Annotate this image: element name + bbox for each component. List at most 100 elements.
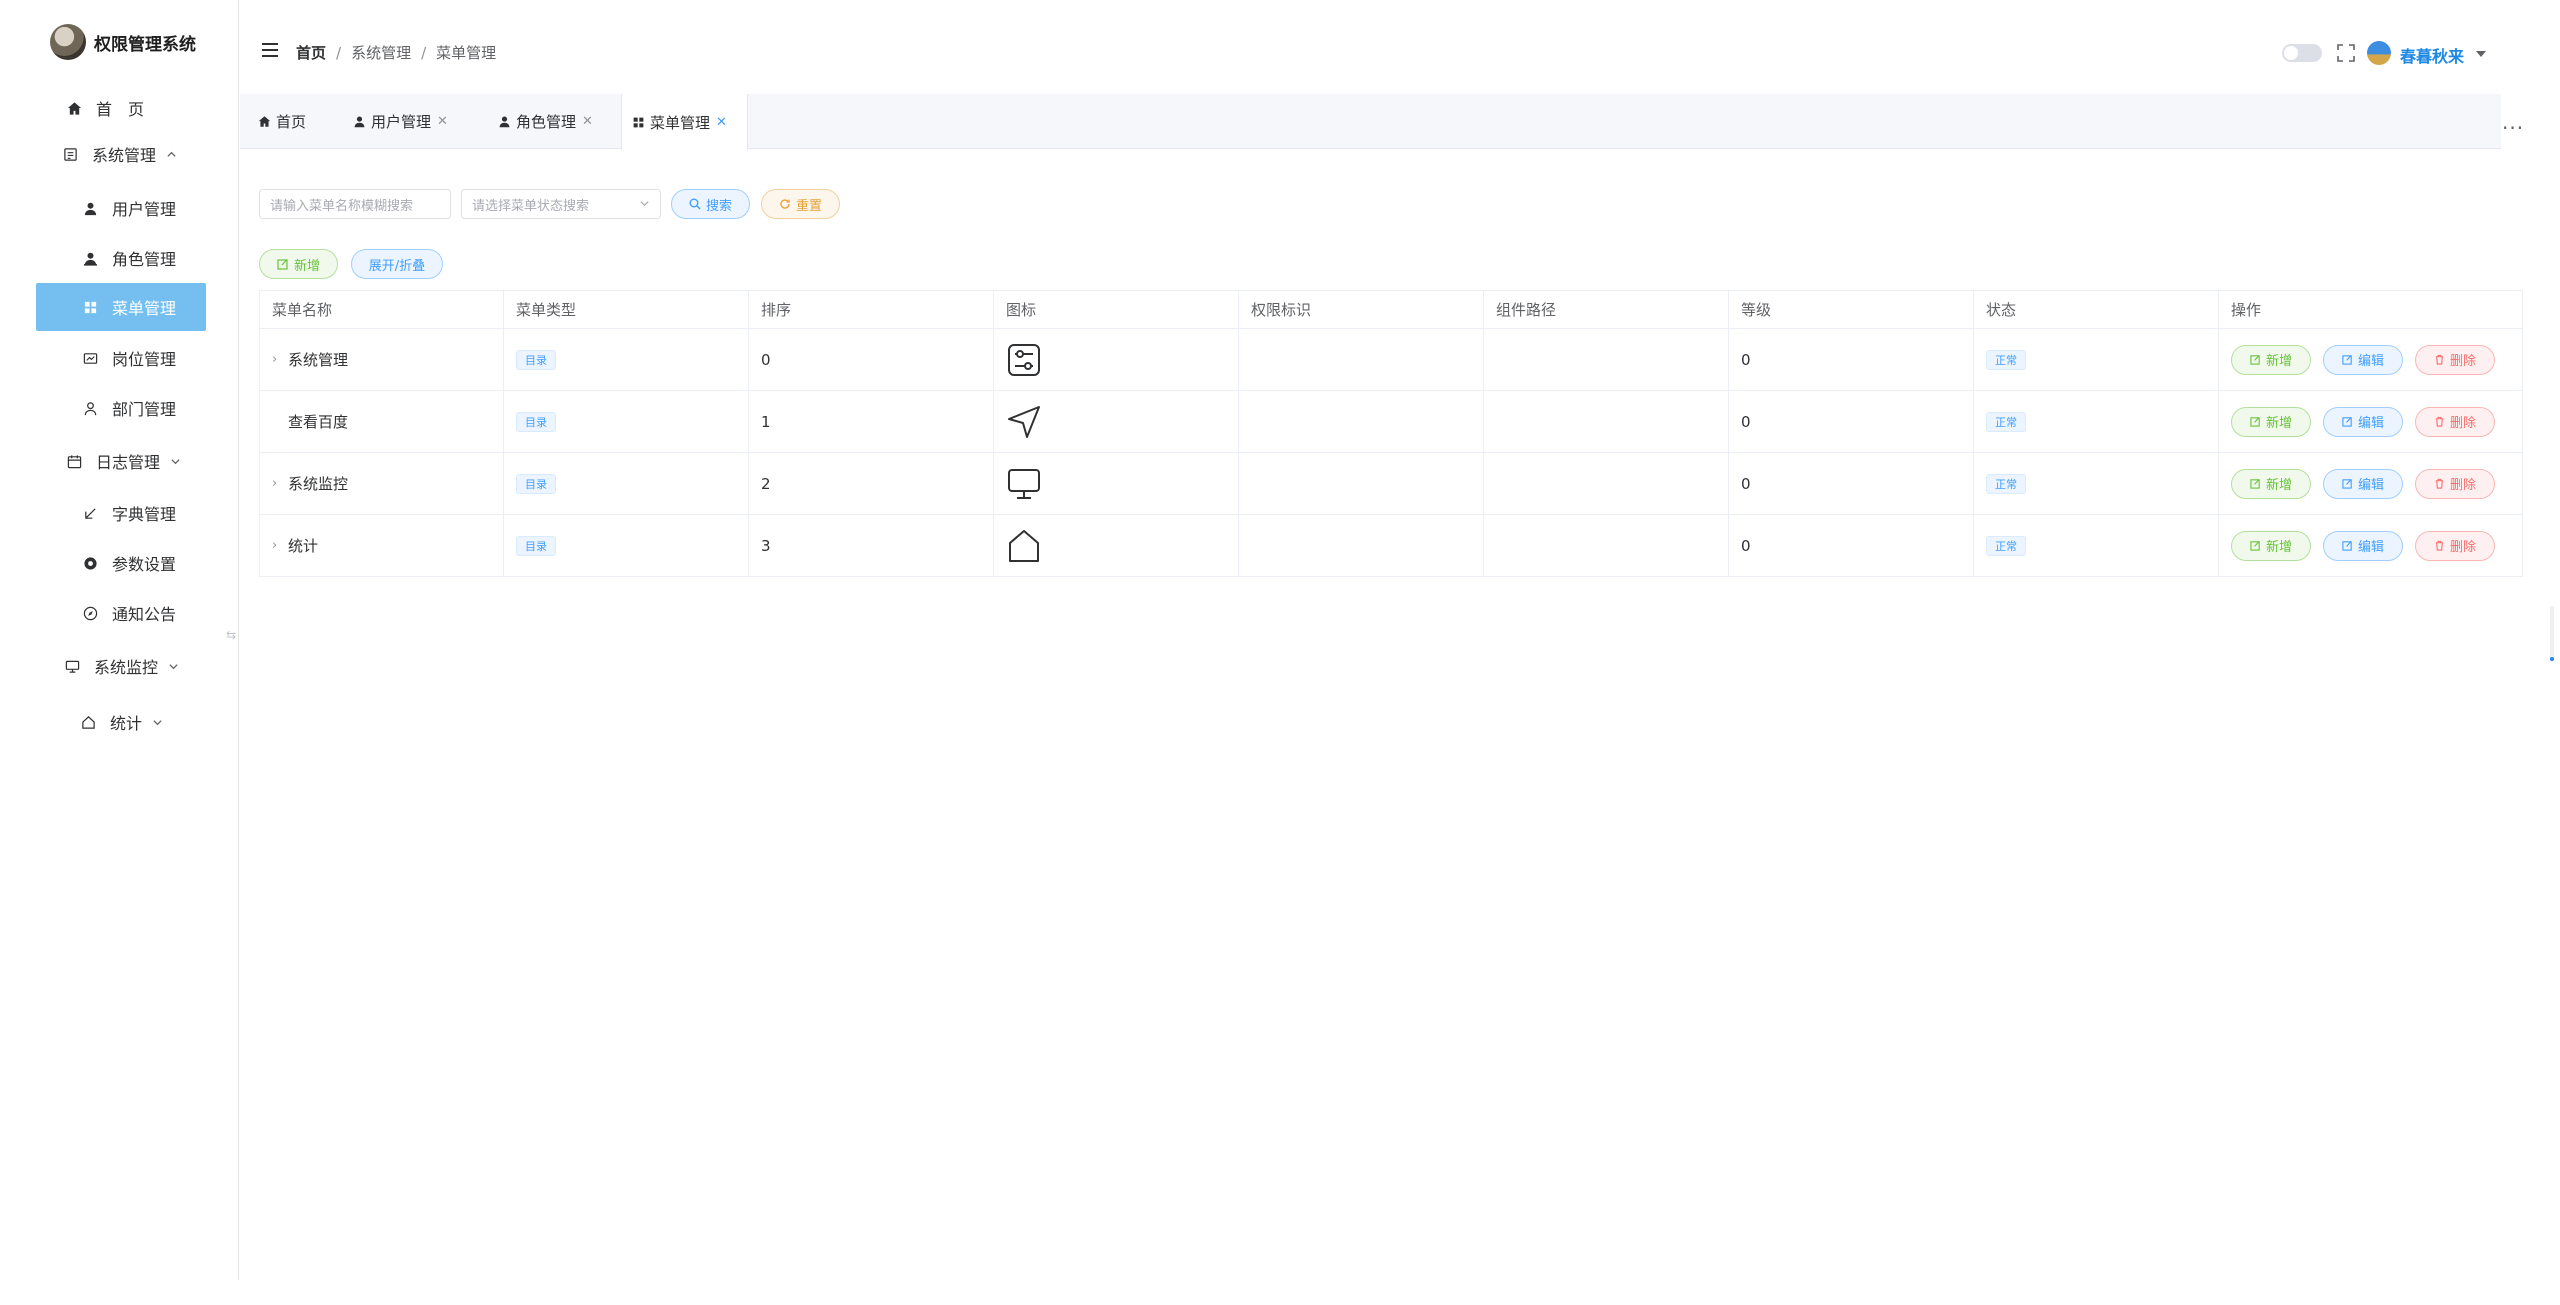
row-delete-label: 删除 [2449, 416, 2476, 431]
chevron-down-icon [170, 456, 181, 467]
chevron-up-icon [166, 149, 177, 160]
breadcrumb-home[interactable]: 首页 [296, 42, 326, 63]
breadcrumb-system: 系统管理 [351, 44, 412, 62]
column-header: 操作 [2219, 291, 2523, 328]
cell-type: 目录 [504, 391, 749, 452]
cell-status: 正常 [1974, 391, 2219, 452]
table-row: › 系统监控 目录 2 0 正常 新增 编辑 删除 [259, 453, 2523, 515]
chevron-down-icon [639, 198, 650, 213]
row-delete-button[interactable]: 删除 [2415, 344, 2495, 375]
row-edit-label: 编辑 [2357, 478, 2384, 493]
hamburger-icon[interactable] [262, 43, 278, 57]
menu-name: 系统监控 [288, 475, 349, 493]
cell-level: 0 [1729, 453, 1974, 514]
search-button[interactable]: 搜索 [671, 189, 750, 219]
cell-perm [1239, 391, 1484, 452]
tab-home[interactable]: 首页 [248, 94, 316, 149]
sidebar-item-label: 通知公告 [112, 605, 177, 624]
system-icon [62, 146, 78, 162]
tab-users[interactable]: 用户管理 ✕ [343, 94, 458, 149]
menu-table: 菜单名称 菜单类型 排序 图标 权限标识 组件路径 等级 状态 操作 › 系统管… [259, 290, 2523, 577]
row-add-button[interactable]: 新增 [2231, 468, 2311, 499]
expand-collapse-button[interactable]: 展开/折叠 [351, 249, 443, 279]
fullscreen-icon[interactable] [2337, 44, 2355, 62]
chevron-right-icon[interactable]: › [272, 476, 288, 491]
compass-icon [82, 605, 98, 621]
cell-path [1484, 453, 1729, 514]
monitor-icon [64, 658, 80, 674]
menu-name: 查看百度 [288, 413, 349, 431]
tab-roles[interactable]: 角色管理 ✕ [488, 94, 603, 149]
row-delete-button[interactable]: 删除 [2415, 468, 2495, 499]
sidebar-item-departments[interactable]: 部门管理 [82, 384, 176, 432]
row-edit-button[interactable]: 编辑 [2323, 406, 2403, 437]
menu-status-select[interactable]: 请选择菜单状态搜索 [461, 189, 661, 219]
status-badge: 正常 [1986, 349, 2026, 370]
sidebar-item-posts[interactable]: 岗位管理 [82, 334, 176, 382]
sidebar-item-logs[interactable]: 日志管理 [66, 437, 181, 485]
sidebar-item-monitor[interactable]: 系统监控 [64, 642, 179, 690]
row-add-label: 新增 [2265, 540, 2292, 555]
close-icon[interactable]: ✕ [582, 114, 593, 129]
tab-menus[interactable]: 菜单管理 ✕ [621, 94, 748, 150]
sidebar-item-dictionary[interactable]: 字典管理 [82, 489, 176, 537]
row-delete-button[interactable]: 删除 [2415, 530, 2495, 561]
row-edit-button[interactable]: 编辑 [2323, 530, 2403, 561]
table-header: 菜单名称 菜单类型 排序 图标 权限标识 组件路径 等级 状态 操作 [259, 290, 2523, 329]
scrollbar-indicator[interactable] [2550, 657, 2554, 661]
status-badge: 正常 [1986, 411, 2026, 432]
add-menu-button[interactable]: 新增 [259, 249, 338, 279]
row-edit-label: 编辑 [2357, 354, 2384, 369]
menu-name-search-input[interactable]: 请输入菜单名称模糊搜索 [259, 189, 451, 219]
chevron-right-icon[interactable]: › [272, 352, 288, 367]
trash-icon [2435, 478, 2444, 489]
row-delete-button[interactable]: 删除 [2415, 406, 2495, 437]
edit-icon [2342, 541, 2352, 551]
sidebar-collapse-handle[interactable]: ⇆ [226, 628, 236, 642]
person-outline-icon [82, 400, 98, 416]
sidebar-item-params[interactable]: 参数设置 [82, 539, 176, 587]
close-icon[interactable]: ✕ [437, 114, 448, 129]
caret-down-icon[interactable] [2476, 51, 2486, 57]
logo: 权限管理系统 [50, 22, 196, 62]
row-delete-label: 删除 [2449, 354, 2476, 369]
row-edit-button[interactable]: 编辑 [2323, 344, 2403, 375]
row-delete-label: 删除 [2449, 540, 2476, 555]
row-add-button[interactable]: 新增 [2231, 406, 2311, 437]
sidebar-item-notices[interactable]: 通知公告 [82, 589, 176, 637]
reset-button-label: 重置 [795, 198, 822, 214]
row-add-button[interactable]: 新增 [2231, 530, 2311, 561]
cell-perm [1239, 453, 1484, 514]
user-avatar[interactable] [2367, 41, 2391, 65]
sidebar-item-label: 用户管理 [112, 200, 177, 219]
row-edit-button[interactable]: 编辑 [2323, 468, 2403, 499]
user-name[interactable]: 春暮秋来 [2400, 43, 2464, 67]
menu-name-placeholder: 请输入菜单名称模糊搜索 [270, 198, 414, 214]
role-icon [82, 250, 98, 266]
sidebar-item-roles[interactable]: 角色管理 [82, 234, 176, 282]
cell-status: 正常 [1974, 515, 2219, 576]
breadcrumb-separator: / [336, 43, 342, 62]
sidebar-item-system[interactable]: 系统管理 [62, 130, 177, 178]
close-icon[interactable]: ✕ [716, 115, 727, 130]
sidebar-item-home[interactable]: 首 页 [66, 84, 144, 132]
menu-status-placeholder: 请选择菜单状态搜索 [472, 198, 590, 214]
sidebar-item-label: 角色管理 [112, 250, 177, 269]
monitor-icon [1008, 468, 1040, 499]
chevron-right-icon[interactable]: › [272, 538, 288, 553]
edit-icon [2342, 355, 2352, 365]
cell-icon [994, 515, 1239, 576]
sidebar-item-users[interactable]: 用户管理 [82, 184, 176, 232]
sidebar-item-stats[interactable]: 统计 [80, 698, 163, 746]
scrollbar-track[interactable] [2550, 606, 2554, 662]
edit-icon [2342, 479, 2352, 489]
more-tabs-icon[interactable]: ··· [2502, 116, 2524, 140]
sidebar-item-label: 岗位管理 [112, 350, 177, 369]
tab-label: 角色管理 [516, 113, 577, 131]
cell-path [1484, 391, 1729, 452]
row-add-button[interactable]: 新增 [2231, 344, 2311, 375]
reset-button[interactable]: 重置 [761, 189, 840, 219]
menu-name: 统计 [288, 537, 319, 555]
theme-toggle[interactable] [2282, 44, 2322, 62]
sidebar-item-menus[interactable]: 菜单管理 [36, 283, 206, 331]
